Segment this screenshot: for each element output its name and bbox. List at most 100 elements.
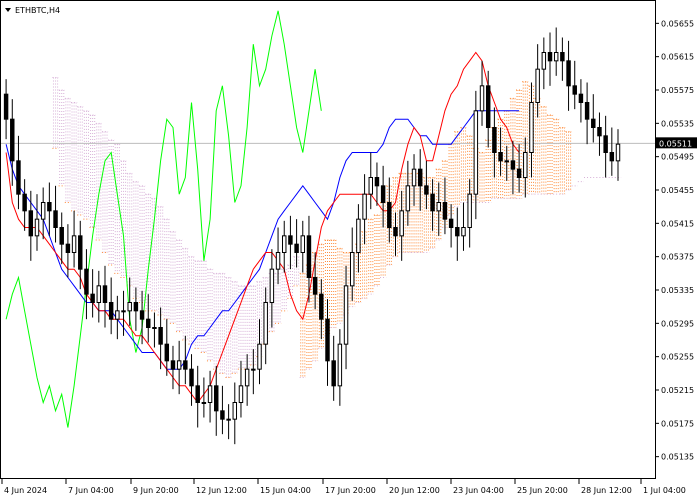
symbol-title[interactable]: ETHBTC,H4 bbox=[15, 6, 60, 15]
y-tick-label: 0.05455 bbox=[661, 186, 694, 195]
y-tick-label: 0.05375 bbox=[661, 253, 694, 262]
y-tick-label: 0.05655 bbox=[661, 19, 694, 28]
candle-body bbox=[3, 93, 9, 120]
candle-body bbox=[115, 310, 120, 320]
candle-body bbox=[411, 168, 417, 187]
x-tick-label: 7 Jun 04:00 bbox=[68, 486, 114, 495]
candle-body bbox=[492, 127, 497, 153]
candle-body bbox=[170, 360, 176, 370]
x-tick-label: 12 Jun 12:00 bbox=[196, 486, 247, 495]
candle-body bbox=[591, 118, 596, 128]
candle-body bbox=[547, 52, 553, 62]
candle-body bbox=[578, 93, 584, 103]
x-tick-label: 1 Jul 04:00 bbox=[643, 486, 686, 495]
candle-body bbox=[257, 343, 262, 370]
candle-body bbox=[473, 110, 479, 195]
candle-body bbox=[584, 102, 590, 120]
candle-body bbox=[436, 202, 441, 212]
candle-body bbox=[615, 143, 621, 162]
y-tick-label: 0.05495 bbox=[661, 153, 694, 162]
candle-body bbox=[47, 202, 52, 212]
x-tick-label: 23 Jun 04:00 bbox=[453, 486, 504, 495]
y-tick-label: 0.05335 bbox=[661, 286, 694, 295]
candle-body bbox=[479, 85, 485, 112]
candle-body bbox=[356, 218, 361, 254]
candle-body bbox=[566, 60, 571, 87]
candle-body bbox=[102, 285, 108, 304]
candle-body bbox=[59, 227, 64, 245]
candle-body bbox=[325, 318, 330, 362]
candle-body bbox=[133, 302, 139, 312]
candle-body bbox=[139, 310, 145, 320]
candle-body bbox=[343, 285, 349, 345]
candle-body bbox=[269, 268, 275, 303]
y-tick-label: 0.05175 bbox=[661, 419, 694, 428]
x-tick-label: 20 Jun 12:00 bbox=[389, 486, 440, 495]
candle-body bbox=[121, 310, 126, 313]
candle-body bbox=[201, 402, 207, 404]
candle-body bbox=[90, 293, 95, 303]
x-tick-label: 4 Jun 2024 bbox=[4, 486, 47, 495]
candle-body bbox=[609, 152, 615, 162]
candle-body bbox=[424, 185, 429, 195]
y-tick-label: 0.05215 bbox=[661, 386, 694, 395]
candle-body bbox=[399, 210, 404, 237]
candle-body bbox=[176, 360, 182, 370]
candle-body bbox=[10, 118, 15, 162]
candle-body bbox=[541, 52, 547, 70]
candle-body bbox=[319, 293, 324, 320]
candle-body bbox=[282, 235, 287, 253]
candle-body bbox=[442, 202, 448, 220]
candle-body bbox=[34, 218, 40, 237]
candle-body bbox=[306, 235, 312, 278]
candle-body bbox=[53, 210, 58, 228]
x-tick-label: 17 Jun 20:00 bbox=[325, 486, 376, 495]
y-tick-label: 0.05615 bbox=[661, 53, 694, 62]
y-tick-label: 0.05575 bbox=[661, 86, 694, 95]
x-tick-label: 15 Jun 04:00 bbox=[260, 486, 311, 495]
ethbtc-h4-chart: 0.05655 0.05615 0.05575 0.05535 0.05495 0.054… bbox=[0, 0, 700, 500]
candle-body bbox=[337, 343, 343, 387]
candle-body bbox=[78, 235, 83, 270]
candle-body bbox=[393, 227, 398, 237]
candle-body bbox=[374, 177, 380, 187]
candle-body bbox=[405, 185, 411, 212]
candle-body bbox=[152, 327, 157, 329]
y-tick-label: 0.05415 bbox=[661, 219, 694, 228]
candle-body bbox=[349, 252, 355, 287]
candle-body bbox=[22, 193, 27, 212]
candle-body bbox=[417, 168, 423, 187]
candle-body bbox=[516, 168, 522, 179]
candle-body bbox=[529, 102, 534, 153]
current-price-label: 0.05511 bbox=[659, 139, 692, 148]
candle-body bbox=[553, 52, 559, 62]
candle-body bbox=[207, 385, 213, 404]
candle-body bbox=[158, 327, 163, 345]
candle-body bbox=[71, 235, 77, 253]
x-tick-label: 25 Jun 20:00 bbox=[517, 486, 568, 495]
candle-body bbox=[251, 368, 256, 371]
candle-body bbox=[535, 68, 540, 103]
candle-body bbox=[300, 235, 306, 253]
candle-body bbox=[183, 360, 188, 370]
candle-body bbox=[164, 343, 170, 362]
candle-body bbox=[523, 152, 528, 178]
candle-body bbox=[226, 418, 231, 421]
candle-body bbox=[510, 160, 516, 170]
candle-body bbox=[232, 402, 238, 420]
candle-body bbox=[572, 85, 577, 95]
plot-background bbox=[0, 0, 700, 500]
y-tick-label: 0.05535 bbox=[661, 119, 694, 128]
candle-body bbox=[275, 252, 281, 270]
candle-body bbox=[214, 385, 219, 412]
candle-body bbox=[294, 243, 299, 254]
y-tick-label: 0.05295 bbox=[661, 319, 694, 328]
candle-body bbox=[331, 360, 336, 387]
candle-body bbox=[16, 160, 21, 195]
price-tag: 0.05511 bbox=[655, 137, 697, 149]
candle-body bbox=[387, 202, 392, 228]
candle-body bbox=[288, 235, 293, 245]
candle-body bbox=[455, 227, 460, 237]
candle-body bbox=[380, 185, 386, 203]
candle-body bbox=[28, 210, 34, 237]
